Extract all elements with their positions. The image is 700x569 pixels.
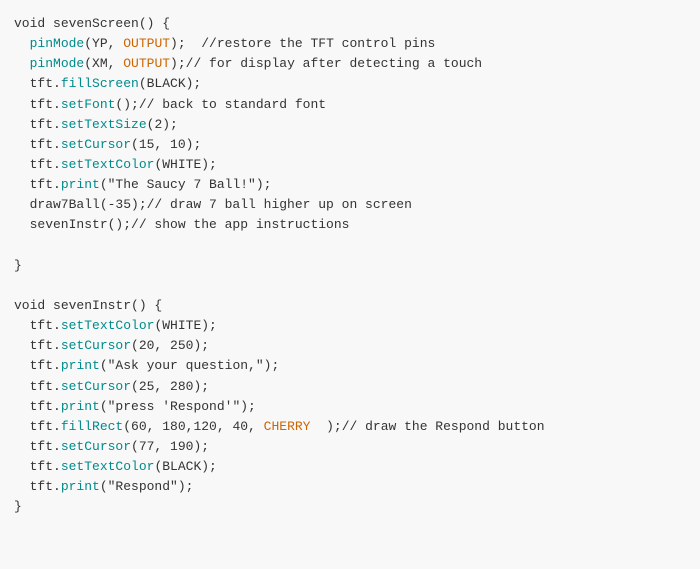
code-line-16: tft.setTextColor(WHITE);	[0, 316, 700, 336]
code-line-19: tft.setCursor(25, 280);	[0, 377, 700, 397]
code-line-11: sevenInstr();// show the app instruction…	[0, 215, 700, 235]
code-line-8: tft.setTextColor(WHITE);	[0, 155, 700, 175]
code-line-15: void sevenInstr() {	[0, 296, 700, 316]
code-line-7: tft.setCursor(15, 10);	[0, 135, 700, 155]
code-line-3: pinMode(XM, OUTPUT);// for display after…	[0, 54, 700, 74]
code-line-17: tft.setCursor(20, 250);	[0, 336, 700, 356]
code-line-18: tft.print("Ask your question,");	[0, 356, 700, 376]
code-line-4: tft.fillScreen(BLACK);	[0, 74, 700, 94]
code-line-25: }	[0, 497, 700, 517]
code-line-23: tft.setTextColor(BLACK);	[0, 457, 700, 477]
code-line-21: tft.fillRect(60, 180,120, 40, CHERRY );/…	[0, 417, 700, 437]
code-block: void sevenScreen() { pinMode(YP, OUTPUT)…	[0, 10, 700, 522]
blank-line-1	[0, 236, 700, 256]
code-line-9: tft.print("The Saucy 7 Ball!");	[0, 175, 700, 195]
code-line-24: tft.print("Respond");	[0, 477, 700, 497]
blank-line-2	[0, 276, 700, 296]
code-line-5: tft.setFont();// back to standard font	[0, 95, 700, 115]
code-line-2: pinMode(YP, OUTPUT); //restore the TFT c…	[0, 34, 700, 54]
code-line-22: tft.setCursor(77, 190);	[0, 437, 700, 457]
code-line-20: tft.print("press 'Respond'");	[0, 397, 700, 417]
code-container: void sevenScreen() { pinMode(YP, OUTPUT)…	[0, 0, 700, 569]
code-line-10: draw7Ball(-35);// draw 7 ball higher up …	[0, 195, 700, 215]
code-line-1: void sevenScreen() {	[0, 14, 700, 34]
code-line-6: tft.setTextSize(2);	[0, 115, 700, 135]
code-line-13: }	[0, 256, 700, 276]
